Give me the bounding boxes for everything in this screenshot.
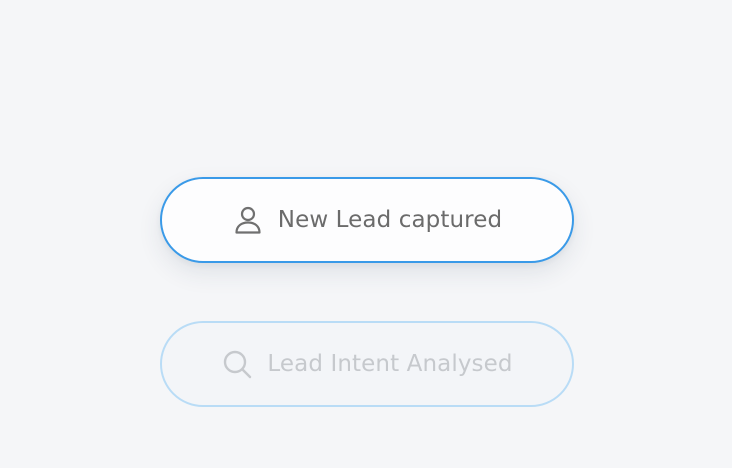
step-lead-intent-analysed[interactable]: Lead Intent Analysed: [160, 321, 574, 407]
step-label: New Lead captured: [277, 207, 503, 233]
user-icon: [232, 204, 264, 236]
search-icon: [221, 348, 253, 380]
step-new-lead-captured[interactable]: New Lead captured: [160, 177, 574, 263]
step-label: Lead Intent Analysed: [267, 351, 513, 377]
